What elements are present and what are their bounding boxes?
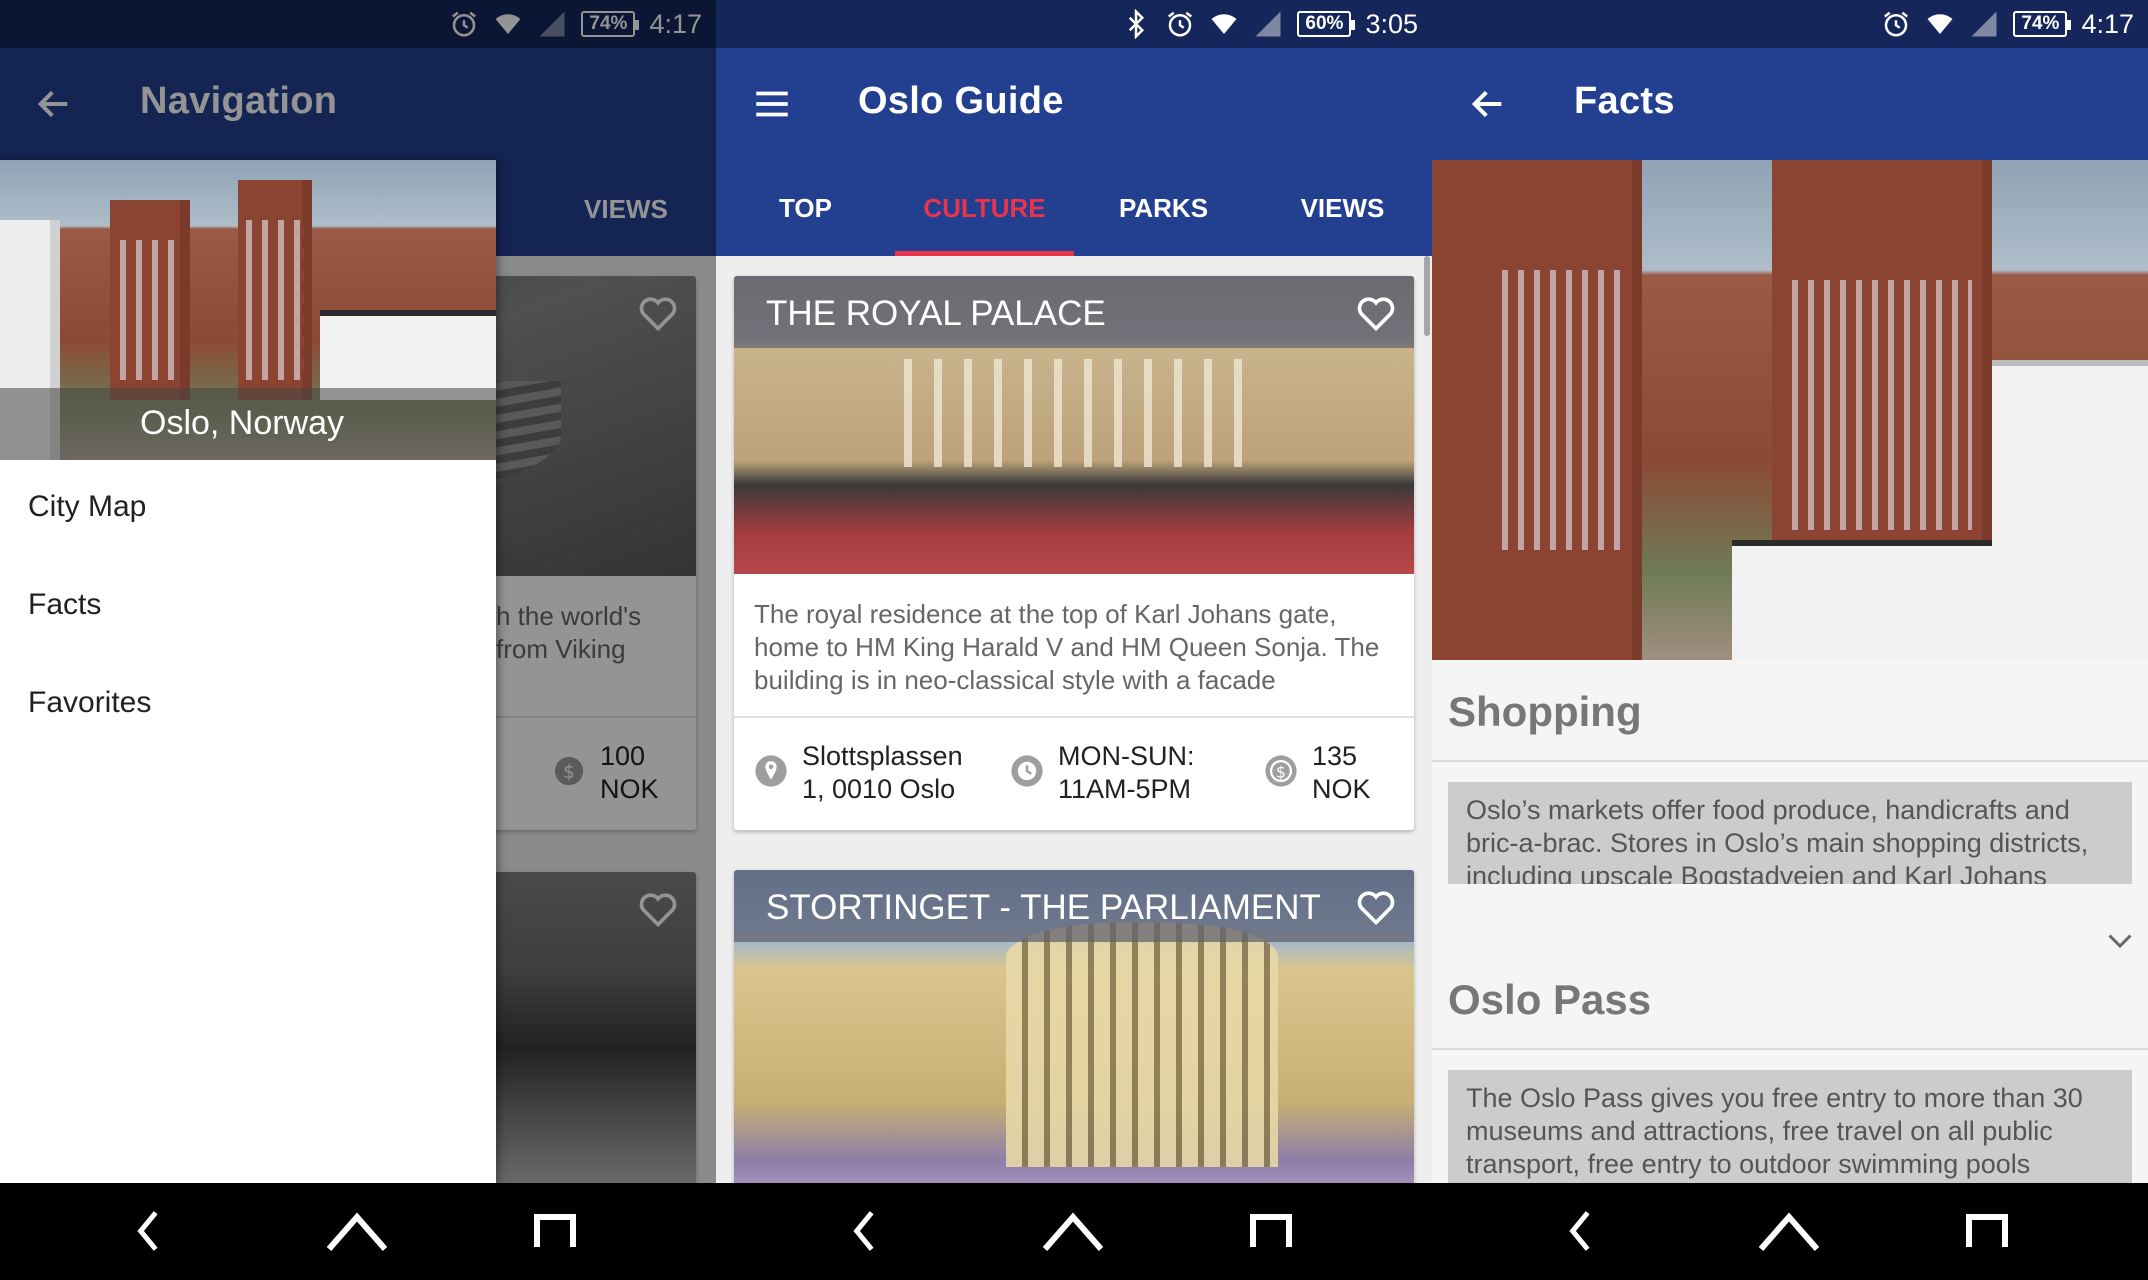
wifi-icon (1927, 14, 1953, 34)
alarm-icon (1168, 11, 1193, 37)
nav-recents-button[interactable] (520, 1201, 590, 1261)
hours-text: MON-SUN: 11AM-5PM (1058, 741, 1195, 804)
signal-icon (1255, 11, 1281, 37)
navigation-screen: 74% 4:17 Navigation VIEWS h the world's … (0, 0, 716, 1280)
price-info: $ 135 NOK (1264, 740, 1371, 806)
attraction-list[interactable]: THE ROYAL PALACE The royal residence at … (716, 256, 1432, 1183)
section-divider (1432, 760, 2148, 762)
map-pin-icon (755, 755, 787, 787)
hours-info: MON-SUN: 11AM-5PM (1010, 740, 1195, 806)
nav-back-icon (853, 1211, 874, 1251)
nav-recents-button[interactable] (1236, 1201, 1306, 1261)
tab-culture[interactable]: CULTURE (895, 160, 1074, 256)
system-nav-bar (1432, 1183, 2148, 1280)
category-tabs: TOP CULTURE PARKS VIEWS (716, 160, 1432, 256)
attraction-card-parliament[interactable]: STORTINGET - THE PARLIAMENT (734, 870, 1414, 1183)
battery-indicator: 60% (1297, 11, 1356, 37)
navigation-drawer: Oslo, Norway City Map Facts Favorites (0, 160, 496, 1183)
bluetooth-icon (1129, 9, 1145, 39)
tab-views[interactable]: VIEWS (1253, 160, 1432, 256)
heart-outline-icon[interactable] (1354, 884, 1398, 928)
wifi-icon (1211, 14, 1237, 34)
battery-indicator: 74% (2013, 11, 2072, 37)
back-button[interactable] (1462, 78, 1514, 130)
oslo-pass-text-box: The Oslo Pass gives you free entry to mo… (1448, 1070, 2132, 1183)
nav-recents-button[interactable] (1952, 1201, 2022, 1261)
nav-home-button[interactable] (1038, 1201, 1108, 1261)
nav-home-button[interactable] (1754, 1201, 1824, 1261)
app-bar: Oslo Guide (716, 48, 1432, 160)
attraction-card-royal-palace[interactable]: THE ROYAL PALACE The royal residence at … (734, 276, 1414, 830)
facts-screen: 74% 4:17 Facts Shopping Oslo’s markets o… (1432, 0, 2148, 1280)
system-nav-bar (716, 1183, 1432, 1280)
section-title-oslo-pass: Oslo Pass (1448, 976, 1652, 1023)
svg-text:$: $ (1276, 763, 1286, 781)
tab-parks[interactable]: PARKS (1074, 160, 1253, 256)
menu-item-city-map[interactable]: City Map (28, 490, 146, 524)
card-description: The royal residence at the top of Karl J… (754, 599, 1380, 695)
location-label: Oslo, Norway (140, 404, 345, 442)
address-info: Slottsplassen 1, 0010 Oslo (754, 740, 963, 806)
arrow-left-icon (1471, 90, 1502, 118)
nav-back-icon (137, 1211, 158, 1251)
address-text: Slottsplassen 1, 0010 Oslo (802, 741, 963, 804)
nav-back-button[interactable] (114, 1201, 184, 1261)
hamburger-menu-icon (756, 91, 788, 117)
scrollbar[interactable] (1424, 256, 1430, 336)
city-hall-photo (1432, 160, 2148, 660)
menu-item-favorites[interactable]: Favorites (28, 686, 151, 720)
status-time: 4:17 (2081, 8, 2134, 39)
dollar-coin-icon: $ (1265, 755, 1297, 787)
nav-back-button[interactable] (1546, 1201, 1616, 1261)
nav-home-icon (1758, 1212, 1820, 1251)
nav-home-icon (326, 1212, 388, 1251)
chevron-down-icon[interactable] (2102, 922, 2138, 958)
drawer-header-photo: Oslo, Norway (0, 160, 496, 460)
nav-recents-icon (1966, 1214, 2008, 1247)
drawer-caption: Oslo, Norway (0, 388, 496, 460)
facts-content[interactable]: Shopping Oslo’s markets offer food produ… (1432, 160, 2148, 1183)
menu-item-facts[interactable]: Facts (28, 588, 101, 622)
alarm-icon (1884, 11, 1909, 37)
nav-back-button[interactable] (830, 1201, 900, 1261)
section-divider (1432, 1048, 2148, 1050)
status-bar: 74% 4:17 (1432, 0, 2148, 48)
system-nav-bar (0, 1183, 716, 1280)
nav-home-button[interactable] (322, 1201, 392, 1261)
nav-recents-icon (1250, 1214, 1292, 1247)
status-time: 3:05 (1365, 8, 1418, 39)
app-bar-title: Oslo Guide (858, 80, 1064, 122)
signal-icon (1971, 11, 1997, 37)
section-title-shopping: Shopping (1448, 688, 1642, 735)
heart-outline-icon[interactable] (1354, 290, 1398, 334)
tab-top[interactable]: TOP (716, 160, 895, 256)
nav-back-icon (1569, 1211, 1590, 1251)
app-bar-title: Facts (1574, 80, 1675, 122)
nav-recents-icon (534, 1214, 576, 1247)
shopping-text-box: Oslo’s markets offer food produce, handi… (1448, 782, 2132, 884)
oslo-guide-screen: 60% 3:05 Oslo Guide TOP CULTURE PARKS VI… (716, 0, 1432, 1280)
menu-button[interactable] (746, 78, 798, 130)
card-title-bar: THE ROYAL PALACE (734, 276, 1414, 348)
card-footer: Slottsplassen 1, 0010 Oslo MON-SUN: 11AM… (734, 716, 1414, 828)
card-title-bar: STORTINGET - THE PARLIAMENT (734, 870, 1414, 942)
card-title: STORTINGET - THE PARLIAMENT (766, 888, 1321, 927)
price-text: 135 NOK (1312, 741, 1371, 804)
app-bar: Facts (1432, 48, 2148, 160)
card-title: THE ROYAL PALACE (766, 294, 1106, 333)
status-bar: 60% 3:05 (716, 0, 1432, 48)
nav-home-icon (1042, 1212, 1104, 1251)
clock-icon (1011, 755, 1043, 787)
